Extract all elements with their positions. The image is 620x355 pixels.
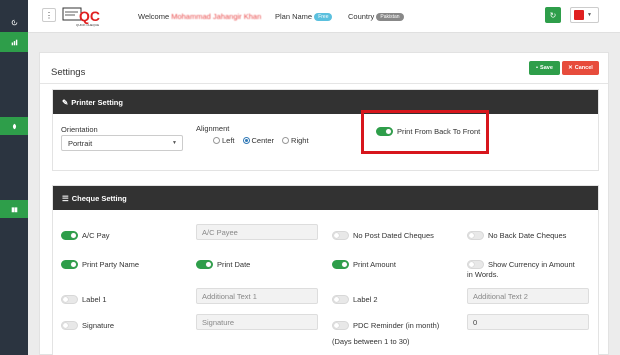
no-back-date-label: No Back Date Cheques	[488, 231, 567, 240]
plan-label: Plan Name	[275, 12, 313, 21]
sidebar-item-reports[interactable]	[0, 32, 28, 52]
radio-checked-icon	[242, 137, 250, 144]
section-header: ✎ Printer Setting	[53, 90, 598, 114]
settings-card: Settings ▪ Save ✕ Cancel ✎ Printer Setti…	[39, 52, 609, 355]
pdc-reminder-label: PDC Reminder (in month)	[353, 321, 440, 330]
ac-pay-toggle[interactable]	[61, 231, 78, 240]
radio-label: Left	[222, 136, 235, 145]
ac-pay-label: A/C Pay	[82, 231, 110, 240]
vertical-dots-icon: ⋮	[45, 10, 53, 20]
label1-label: Label 1	[82, 295, 107, 304]
no-back-date-toggle[interactable]	[467, 231, 484, 240]
radio-label: Center	[251, 136, 275, 145]
ac-pay-placeholder: A/C Payee	[202, 227, 238, 237]
signature-toggle[interactable]	[61, 321, 78, 330]
sidebar-item-dashboard[interactable]	[0, 12, 28, 32]
orientation-value: Portrait	[68, 138, 93, 148]
leaf-icon	[12, 123, 16, 129]
print-party-name-label: Print Party Name	[82, 260, 140, 269]
label1-toggle[interactable]	[61, 295, 78, 304]
radio-icon	[213, 137, 220, 144]
section-header: ☰ Cheque Setting	[53, 186, 598, 210]
orientation-label: Orientation	[61, 125, 98, 134]
country-badge: Pakistan	[376, 13, 404, 22]
sidebar-item-cheques[interactable]	[0, 117, 28, 135]
alignment-radio-group: Left Center Right	[213, 136, 309, 145]
label1-placeholder: Additional Text 1	[202, 291, 257, 301]
pencil-icon: ✎	[62, 97, 69, 107]
dashboard-icon	[11, 19, 17, 25]
pdc-reminder-value: 0	[473, 317, 478, 327]
printer-setting-section: ✎ Printer Setting Orientation Portrait ▼…	[52, 89, 599, 171]
svg-text:QC: QC	[79, 8, 100, 24]
app-logo[interactable]: QC QUICK CHEQUE	[61, 4, 105, 28]
alignment-left-radio[interactable]: Left	[213, 136, 235, 145]
show-currency-label: Show Currency in Amount in Words.	[467, 260, 575, 279]
svg-text:QUICK CHEQUE: QUICK CHEQUE	[76, 23, 99, 27]
book-icon	[11, 206, 17, 212]
divider	[40, 83, 608, 84]
label2-toggle[interactable]	[332, 295, 349, 304]
list-icon: ☰	[62, 193, 69, 203]
top-bar: ⋮ QC QUICK CHEQUE Welcome Mohammad Jahan…	[28, 0, 620, 33]
section-title: Cheque Setting	[71, 193, 127, 203]
ac-pay-input[interactable]: A/C Payee	[196, 224, 318, 240]
pdc-hint: (Days between 1 to 30)	[332, 337, 410, 346]
alignment-label: Alignment	[196, 124, 230, 133]
orientation-select[interactable]: Portrait ▼	[61, 135, 183, 151]
close-icon: ✕	[568, 65, 573, 71]
label2-label: Label 2	[353, 295, 378, 304]
user-menu-button[interactable]: ▼	[570, 7, 599, 23]
cancel-label: Cancel	[574, 65, 593, 71]
radio-icon	[282, 137, 290, 144]
country-label: Country	[348, 12, 375, 21]
floppy-icon: ▪	[536, 65, 539, 71]
chevron-down-icon: ▼	[172, 140, 177, 146]
print-date-toggle[interactable]	[196, 260, 213, 269]
no-post-dated-toggle[interactable]	[332, 231, 349, 240]
label2-placeholder: Additional Text 2	[473, 291, 528, 301]
flag-icon	[574, 10, 584, 20]
pdc-reminder-input[interactable]: 0	[467, 314, 589, 330]
no-post-dated-label: No Post Dated Cheques	[353, 231, 434, 240]
label2-input[interactable]: Additional Text 2	[467, 288, 589, 304]
radio-label: Right	[291, 136, 309, 145]
page-title: Settings	[51, 67, 86, 78]
signature-placeholder: Signature	[202, 317, 235, 327]
cheque-setting-section: ☰ Cheque Setting A/C Pay A/C Payee No Po…	[52, 185, 599, 355]
alignment-center-radio[interactable]: Center	[242, 136, 275, 145]
highlight-box	[361, 110, 489, 154]
signature-input[interactable]: Signature	[196, 314, 318, 330]
chart-icon	[11, 39, 17, 45]
menu-button[interactable]: ⋮	[42, 8, 56, 22]
country-info: Country Pakistan	[348, 12, 404, 22]
print-amount-label: Print Amount	[353, 260, 396, 269]
pdc-reminder-toggle[interactable]	[332, 321, 349, 330]
chevron-down-icon: ▼	[587, 12, 592, 18]
signature-label: Signature	[82, 321, 115, 330]
plan-info: Plan Name Free	[275, 12, 333, 22]
section-title: Printer Setting	[71, 97, 123, 107]
alignment-right-radio[interactable]: Right	[282, 136, 309, 145]
label1-input[interactable]: Additional Text 1	[196, 288, 318, 304]
save-button[interactable]: ▪ Save	[529, 61, 560, 75]
refresh-icon: ↻	[549, 10, 557, 20]
refresh-button[interactable]: ↻	[545, 7, 561, 23]
print-amount-toggle[interactable]	[332, 260, 349, 269]
cancel-button[interactable]: ✕ Cancel	[562, 61, 599, 75]
sidebar-item-books[interactable]	[0, 200, 28, 218]
save-label: Save	[540, 65, 553, 71]
print-date-label: Print Date	[217, 260, 251, 269]
plan-badge: Free	[314, 13, 333, 22]
welcome-text: Welcome Mohammad Jahangir Khan	[138, 12, 261, 21]
user-name: Mohammad Jahangir Khan	[171, 12, 262, 21]
sidebar	[0, 0, 28, 355]
welcome-label: Welcome	[138, 12, 170, 21]
print-party-name-toggle[interactable]	[61, 260, 78, 269]
